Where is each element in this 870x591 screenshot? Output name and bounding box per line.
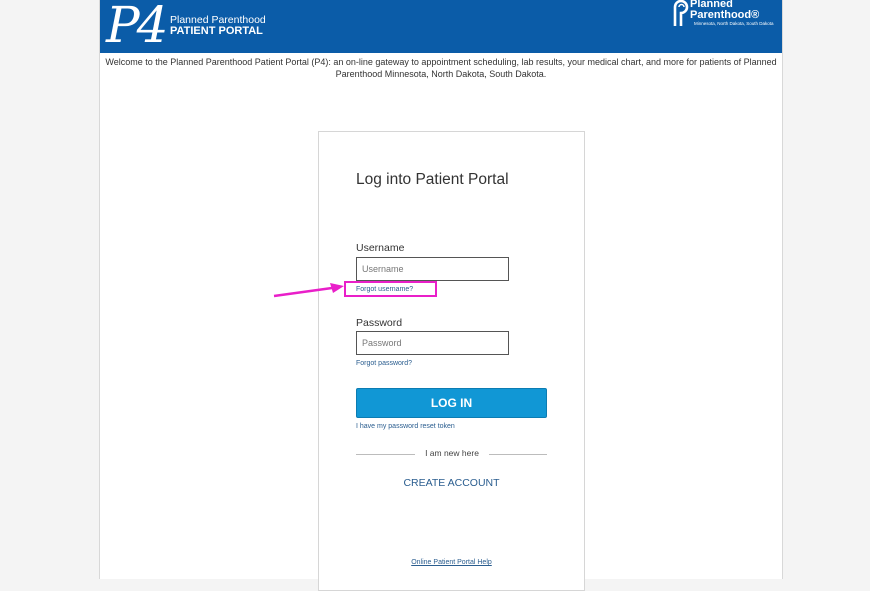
username-label: Username [356,242,405,254]
help-link[interactable]: Online Patient Portal Help [356,559,547,566]
new-here-text: I am new here [425,448,479,458]
p4-logo[interactable]: P4 [106,0,168,52]
org-name-line2: Parenthood® [690,9,760,21]
login-title: Log into Patient Portal [356,171,509,188]
org-region: Minnesota, North Dakota, South Dakota [694,21,774,26]
planned-parenthood-icon [673,0,689,26]
password-input[interactable] [356,331,509,355]
planned-parenthood-logo[interactable]: Planned Parenthood® Minnesota, North Dak… [672,0,782,30]
forgot-password-link[interactable]: Forgot password? [356,360,412,367]
header-bar: P4 Planned Parenthood PATIENT PORTAL Pla… [100,0,782,53]
reset-token-link[interactable]: I have my password reset token [356,423,455,430]
brand-subtitle: PATIENT PORTAL [170,25,263,37]
welcome-text: Welcome to the Planned Parenthood Patien… [105,57,777,79]
annotation-highlight-box [344,281,437,297]
page-container: P4 Planned Parenthood PATIENT PORTAL Pla… [99,0,783,591]
password-label: Password [356,317,403,329]
annotation-arrow-icon [273,283,344,298]
username-input[interactable] [356,257,509,281]
divider-right [489,454,547,455]
login-button[interactable]: LOG IN [356,388,547,418]
create-account-link[interactable]: CREATE ACCOUNT [356,477,547,489]
login-card: Log into Patient Portal Username Forgot … [318,131,585,591]
divider-left [356,454,415,455]
